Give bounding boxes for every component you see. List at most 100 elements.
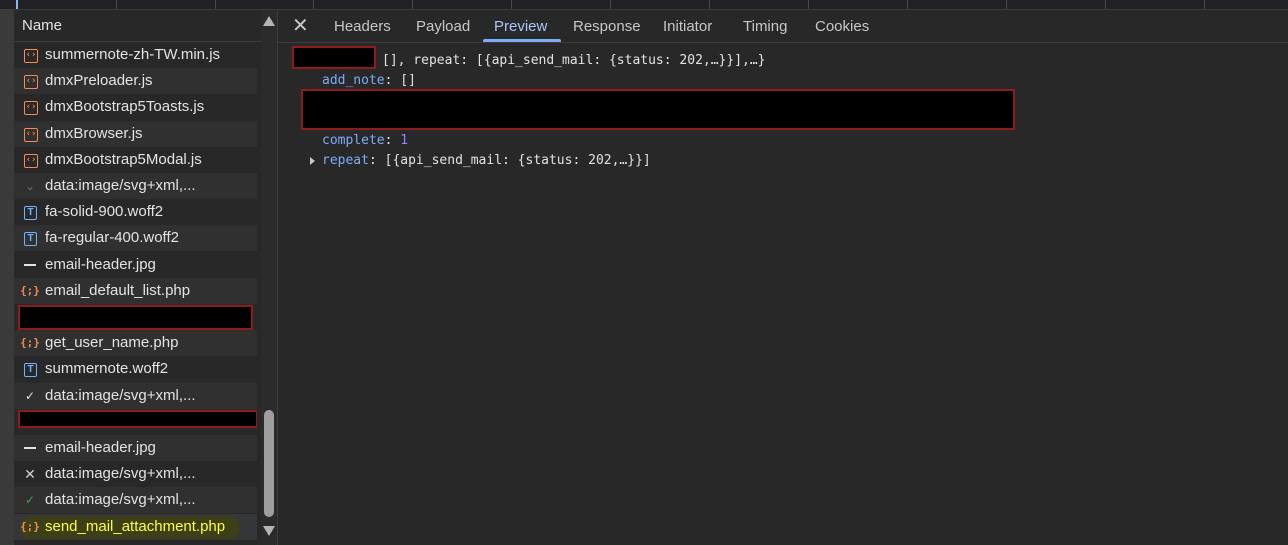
request-row[interactable]: ✕ data:image/svg+xml,... [14,461,257,487]
request-list-panel: Name ‹› summernote-zh-TW.min.js ‹› dmxPrelo… [14,10,278,545]
repeat-entry[interactable]: repeat: [{api_send_mail: {status: 202,…}… [322,153,651,168]
tab-timing[interactable]: Timing [743,18,787,35]
timeline-overview[interactable] [0,0,1288,10]
timeline-tick [116,0,117,9]
name-column-label: Name [22,17,63,34]
complete-value: 1 [400,133,409,148]
timeline-tick [313,0,314,9]
script-file-icon: ‹› [24,128,38,142]
add-note-entry[interactable]: add_note: [] [322,73,416,88]
details-panel: ✕ Headers Payload Preview Response Initi… [278,10,1288,545]
script-file-icon: ‹› [24,101,38,115]
request-row[interactable]: ‹› dmxBrowser.js [14,121,257,147]
tab-headers[interactable]: Headers [334,18,391,35]
chevron-down-icon: ⌄ [24,179,36,193]
timeline-tick [1006,0,1007,9]
request-name: data:image/svg+xml,... [45,465,196,482]
redacted-block [18,410,257,428]
expand-triangle-icon[interactable] [310,157,315,165]
timeline-tick [1204,0,1205,9]
request-row[interactable]: ⌄ data:image/svg+xml,... [14,173,257,199]
request-row[interactable]: ✓ data:image/svg+xml,... [14,383,257,409]
left-gutter [0,10,14,545]
font-file-icon: T [24,232,37,246]
request-list-scrollbar[interactable] [261,10,277,545]
request-name: dmxBrowser.js [45,125,143,142]
timeline-tick [511,0,512,9]
json-file-icon: {;} [20,284,40,297]
tab-payload[interactable]: Payload [416,18,470,35]
scroll-down-arrow-icon[interactable] [263,526,275,536]
request-name: data:image/svg+xml,... [45,491,196,508]
active-tab-indicator [483,39,561,42]
add-note-value: [] [400,73,416,88]
image-file-icon [22,257,38,273]
scroll-up-arrow-icon[interactable] [263,16,275,26]
request-row[interactable]: {;} email_default_list.php [14,278,257,304]
request-name: dmxBootstrap5Toasts.js [45,98,205,115]
request-name: send_mail_attachment.php [45,518,226,535]
timeline-tick [907,0,908,9]
name-column-header[interactable]: Name [14,10,261,42]
timeline-tick [1105,0,1106,9]
request-name: summernote-zh-TW.min.js [45,46,221,63]
request-name: fa-regular-400.woff2 [45,229,179,246]
repeat-key: repeat [322,153,369,168]
request-list: ‹› summernote-zh-TW.min.js ‹› dmxPreloader.… [14,42,257,545]
request-row[interactable]: ✓ data:image/svg+xml,... [14,487,257,513]
request-row[interactable]: Tsummernote.woff2 [14,356,257,382]
request-row[interactable]: Tfa-regular-400.woff2 [14,225,257,251]
request-row[interactable]: {;} send_mail_attachment.php [14,514,257,540]
complete-key: complete [322,133,385,148]
script-file-icon: ‹› [24,49,38,63]
timeline-tick [808,0,809,9]
close-icon[interactable]: ✕ [292,13,309,37]
request-row[interactable]: Tfa-solid-900.woff2 [14,199,257,225]
timeline-tick [610,0,611,9]
add-note-key: add_note [322,73,385,88]
request-name: dmxPreloader.js [45,72,153,89]
request-row[interactable] [14,304,257,330]
script-file-icon: ‹› [24,154,38,168]
check-green-icon: ✓ [24,493,36,507]
script-file-icon: ‹› [24,75,38,89]
x-icon: ✕ [24,466,36,482]
request-name: email-header.jpg [45,256,156,273]
request-name: dmxBootstrap5Modal.js [45,151,202,168]
request-row[interactable]: {;} get_user_name.php [14,330,257,356]
scroll-thumb[interactable] [264,410,274,517]
request-row[interactable]: ‹› summernote-zh-TW.min.js [14,42,257,68]
font-file-icon: T [24,206,37,220]
request-row[interactable] [14,409,257,435]
redacted-block [18,305,253,330]
image-file-icon [22,440,38,456]
timeline-cursor [16,0,18,9]
redacted-block [292,46,376,69]
check-icon: ✓ [24,389,36,403]
request-row[interactable]: ‹› dmxBootstrap5Toasts.js [14,94,257,120]
json-file-icon: {;} [20,336,40,349]
request-name: email-header.jpg [45,439,156,456]
tab-response[interactable]: Response [573,18,641,35]
request-name: summernote.woff2 [45,360,169,377]
request-name: fa-solid-900.woff2 [45,203,164,220]
timeline-tick [709,0,710,9]
request-name: data:image/svg+xml,... [45,387,196,404]
repeat-value: [{api_send_mail: {status: 202,…}}] [384,153,651,168]
tab-initiator[interactable]: Initiator [663,18,712,35]
request-row[interactable]: ‹› dmxPreloader.js [14,68,257,94]
json-file-icon: {;} [20,520,40,533]
details-tab-bar: ✕ Headers Payload Preview Response Initi… [278,10,1288,43]
request-name: email_default_list.php [45,282,191,299]
tab-preview[interactable]: Preview [494,18,547,35]
request-row[interactable]: email-header.jpg [14,252,257,278]
preview-summary[interactable]: [], repeat: [{api_send_mail: {status: 20… [382,53,766,68]
request-row[interactable]: email-header.jpg [14,435,257,461]
redacted-block [301,89,1015,130]
request-name: get_user_name.php [45,334,179,351]
request-name: data:image/svg+xml,... [45,177,196,194]
font-file-icon: T [24,363,37,377]
complete-entry[interactable]: complete: 1 [322,133,408,148]
tab-cookies[interactable]: Cookies [815,18,869,35]
request-row[interactable]: ‹› dmxBootstrap5Modal.js [14,147,257,173]
